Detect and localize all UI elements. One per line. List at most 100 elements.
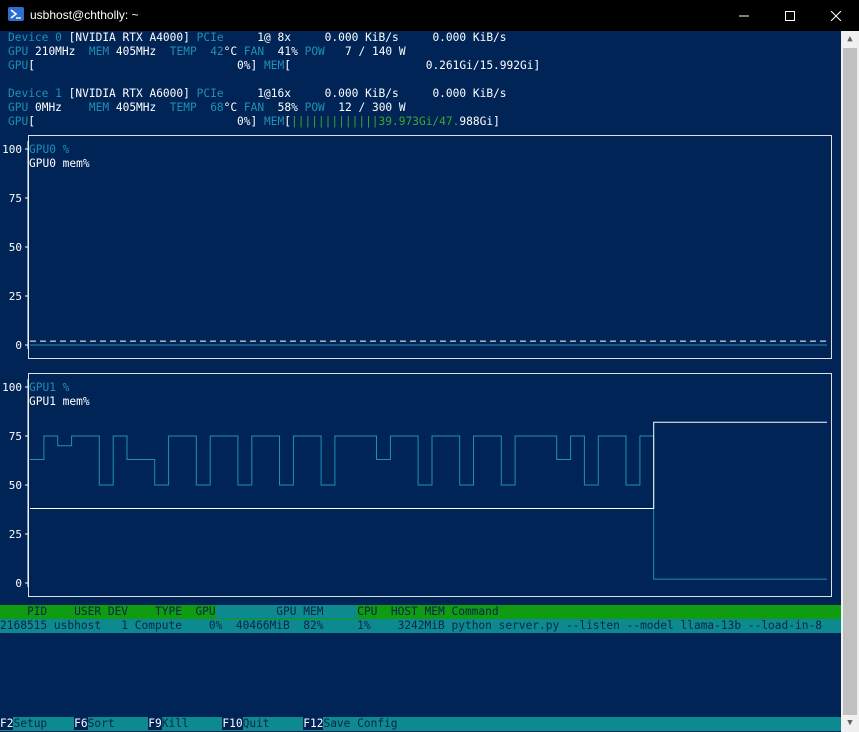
row-user: usbhost bbox=[53, 619, 102, 632]
minimize-button[interactable] bbox=[721, 0, 767, 31]
fkey-f2-label[interactable]: Setup bbox=[13, 717, 47, 730]
y-tick-label: 75 bbox=[9, 192, 22, 205]
row-command: python server.py --listen --model llama-… bbox=[451, 619, 822, 632]
device0-temp-label: TEMP bbox=[169, 45, 197, 58]
row-gpu-mem: 40466MiB bbox=[235, 619, 290, 632]
device0-mem-label: MEM bbox=[88, 45, 110, 58]
powershell-icon bbox=[8, 7, 24, 21]
fkey-f9[interactable]: F9 bbox=[148, 717, 162, 730]
function-key-bar: F2Setup F6Sort F9Kill F10Quit F12Save Co… bbox=[0, 717, 841, 731]
device1-line2: GPU 0MHz MEM 405MHz TEMP 68°C FAN 58% PO… bbox=[8, 101, 406, 115]
title-bar: usbhost@chtholly: ~ bbox=[0, 0, 859, 31]
y-tick-label: 50 bbox=[9, 241, 22, 254]
device1-mem-bar-label: MEM bbox=[264, 115, 285, 128]
device0-util: 0% bbox=[237, 59, 251, 72]
device0-gpu-label: GPU bbox=[8, 45, 29, 58]
vertical-scrollbar[interactable]: ▲ ▼ bbox=[841, 31, 859, 732]
col-gpu-mem[interactable]: GPU MEM bbox=[276, 605, 324, 618]
scroll-up-icon[interactable]: ▲ bbox=[841, 31, 859, 48]
fkey-f2[interactable]: F2 bbox=[0, 717, 14, 730]
y-tick-label: 50 bbox=[9, 479, 22, 492]
gpu1-chart: GPU1 % GPU1 mem% 0 25 50 75 100 bbox=[0, 373, 841, 597]
minimize-icon bbox=[739, 15, 749, 16]
device1-mem-clock: 405MHz bbox=[115, 101, 157, 114]
col-gpu[interactable]: GPU bbox=[195, 605, 215, 618]
fkey-f12-label[interactable]: Save Config bbox=[323, 717, 397, 730]
terminal-area[interactable]: Device 0 [NVIDIA RTX A4000] PCIe 1@ 8x 0… bbox=[0, 31, 841, 732]
device1-mem-total-rest: 988Gi bbox=[459, 115, 494, 128]
device0-line1: Device 0 [NVIDIA RTX A4000] PCIe 1@ 8x 0… bbox=[8, 31, 507, 45]
row-pid: 2168515 bbox=[0, 619, 48, 632]
col-cpu[interactable]: CPU bbox=[357, 605, 377, 618]
y-tick-label: 25 bbox=[9, 290, 22, 303]
scroll-down-icon[interactable]: ▼ bbox=[841, 715, 859, 732]
device1-line1: Device 1 [NVIDIA RTX A6000] PCIe 1@16x 0… bbox=[8, 87, 507, 101]
fkey-f6[interactable]: F6 bbox=[74, 717, 88, 730]
row-type: Compute bbox=[134, 619, 182, 632]
device0-fan: 41% bbox=[277, 45, 298, 58]
row-gpu-mem-pct: 82% bbox=[303, 619, 324, 632]
maximize-icon bbox=[785, 10, 795, 21]
col-command[interactable]: Command bbox=[451, 605, 498, 618]
y-tick-label: 0 bbox=[15, 339, 22, 352]
window-title: usbhost@chtholly: ~ bbox=[30, 8, 139, 22]
series-line-gpu1-mem- bbox=[30, 421, 827, 509]
col-user[interactable]: USER bbox=[74, 605, 101, 618]
device1-pcie: 1@16x bbox=[257, 87, 291, 100]
device0-mem-clock: 405MHz bbox=[115, 45, 157, 58]
table-row[interactable]: 2168515 usbhost 1 Compute 0% 40466MiB 82… bbox=[0, 619, 841, 633]
row-gpu: 0% bbox=[208, 619, 223, 632]
device1-temp-label: TEMP bbox=[169, 101, 197, 114]
device0-temp: 42 bbox=[210, 45, 224, 58]
device0-pcie: 1@ 8x bbox=[257, 31, 291, 44]
y-tick-label: 100 bbox=[2, 381, 22, 394]
col-host-mem[interactable]: HOST MEM bbox=[391, 605, 445, 618]
device0-pow-label: POW bbox=[304, 45, 325, 58]
y-tick-label: 100 bbox=[2, 143, 22, 156]
device0-mem-total: 0.261Gi/15.992Gi bbox=[425, 59, 534, 72]
close-button[interactable] bbox=[813, 0, 859, 31]
device0-tx: 0.000 KiB/s bbox=[432, 31, 507, 44]
series-line-gpu1- bbox=[30, 435, 827, 580]
col-pid[interactable]: PID bbox=[27, 605, 47, 618]
device0-name: [NVIDIA RTX A4000] bbox=[68, 31, 190, 44]
maximize-button[interactable] bbox=[767, 0, 813, 31]
gpu0-chart: GPU0 % GPU0 mem% 0 25 50 75 100 bbox=[0, 135, 841, 359]
row-cpu: 1% bbox=[357, 619, 371, 632]
col-type[interactable]: TYPE bbox=[155, 605, 182, 618]
process-table-header[interactable]: PID USER DEV TYPE GPU GPU MEM CPU HOST M… bbox=[0, 605, 841, 619]
device1-pow: 12 / 300 W bbox=[338, 101, 406, 114]
device1-pow-label: POW bbox=[304, 101, 325, 114]
row-dev: 1 bbox=[121, 619, 129, 632]
fkey-f10-label[interactable]: Quit bbox=[243, 717, 270, 730]
device0-mem-bar-label: MEM bbox=[264, 59, 285, 72]
fkey-f10[interactable]: F10 bbox=[222, 717, 243, 730]
fkey-f6-label[interactable]: Sort bbox=[88, 717, 115, 730]
gpu1-chart-plot: 0 25 50 75 100 bbox=[2, 379, 827, 590]
device1-mem-used: 39.973Gi/47. bbox=[378, 115, 460, 128]
device1-mem-bar: ||||||||||||| bbox=[290, 115, 379, 128]
close-icon bbox=[831, 10, 841, 21]
y-tick-label: 25 bbox=[9, 528, 22, 541]
device1-fan-label: FAN bbox=[243, 101, 265, 114]
device1-rx: 0.000 KiB/s bbox=[324, 87, 399, 100]
y-tick-label: 75 bbox=[9, 430, 22, 443]
device1-temp: 68 bbox=[210, 101, 224, 114]
device1-temp-unit: °C bbox=[223, 101, 238, 114]
device1-mem-label: MEM bbox=[88, 101, 110, 114]
device1-fan: 58% bbox=[277, 101, 298, 114]
gpu0-chart-plot: 0 25 50 75 100 bbox=[2, 141, 827, 352]
fkey-f9-label[interactable]: Kill bbox=[162, 717, 189, 730]
device1-gpu-clock: 0MHz bbox=[34, 101, 62, 114]
scrollbar-thumb[interactable] bbox=[843, 48, 857, 715]
row-host-mem: 3242MiB bbox=[397, 619, 445, 632]
device0-fan-label: FAN bbox=[243, 45, 265, 58]
col-dev[interactable]: DEV bbox=[108, 605, 128, 618]
device0-line3: GPU[ 0%] MEM[ 0.261Gi/15.992Gi] bbox=[8, 59, 541, 72]
device1-name: [NVIDIA RTX A6000] bbox=[68, 87, 190, 100]
fkey-f12[interactable]: F12 bbox=[303, 717, 324, 730]
device0-util-label: GPU bbox=[8, 59, 29, 72]
device1-util: 0% bbox=[237, 115, 251, 128]
device0-pcie-label: PCIe bbox=[196, 31, 224, 44]
device0-gpu-clock: 210MHz bbox=[34, 45, 76, 58]
